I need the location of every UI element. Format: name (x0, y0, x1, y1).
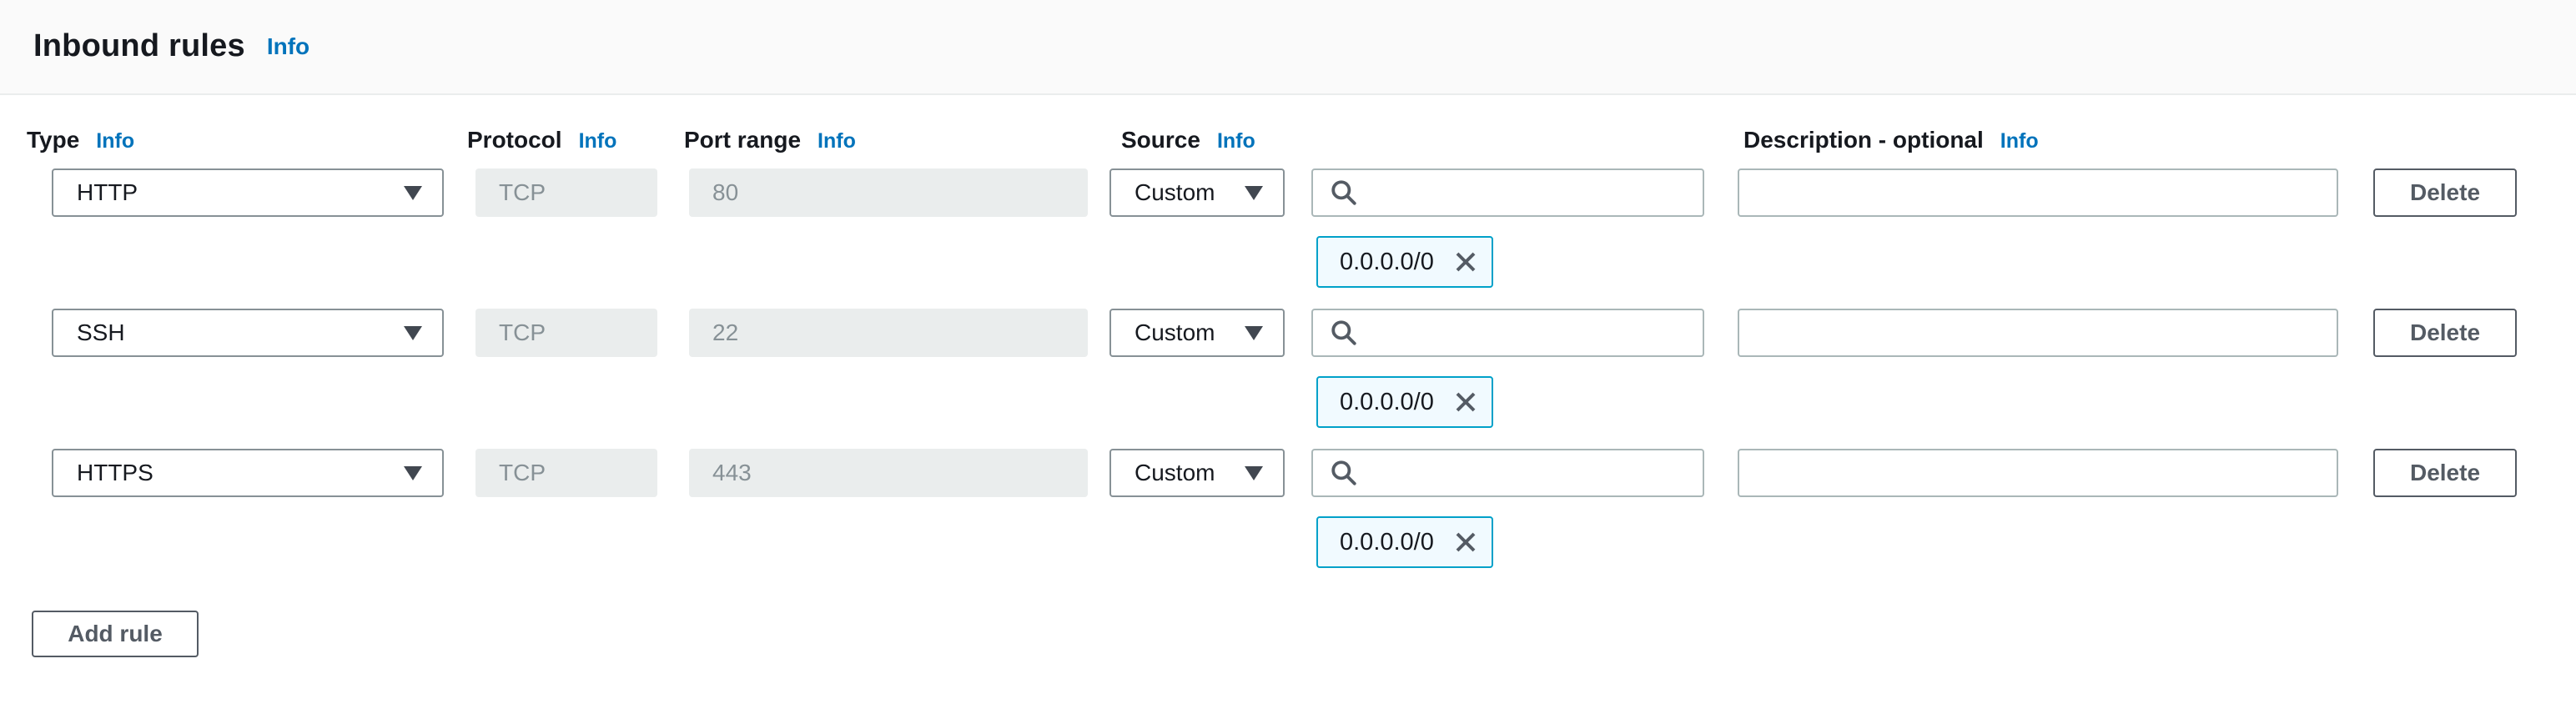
source-search-input[interactable] (1311, 309, 1704, 357)
port-range-field: 22 (689, 309, 1088, 357)
inbound-rule-row: HTTPS TCP 443 Custom 0.0.0.0/0 (0, 449, 2576, 587)
delete-rule-button[interactable]: Delete (2373, 449, 2517, 497)
search-icon (1330, 319, 1358, 347)
source-type-select-value: Custom (1135, 319, 1215, 346)
delete-rule-button[interactable]: Delete (2373, 309, 2517, 357)
protocol-value: TCP (499, 319, 546, 346)
type-select[interactable]: HTTPS (52, 449, 444, 497)
source-type-select-value: Custom (1135, 179, 1215, 206)
inbound-rule-row: SSH TCP 22 Custom 0.0.0.0/0 (0, 309, 2576, 447)
port-range-value: 80 (712, 179, 738, 206)
search-icon (1330, 459, 1358, 487)
type-select-value: HTTPS (77, 460, 153, 486)
protocol-field: TCP (475, 449, 657, 497)
type-select[interactable]: HTTP (52, 168, 444, 217)
search-icon (1330, 178, 1358, 207)
protocol-value: TCP (499, 460, 546, 486)
type-select[interactable]: SSH (52, 309, 444, 357)
close-icon[interactable] (1453, 530, 1478, 555)
protocol-field: TCP (475, 309, 657, 357)
source-cidr-value: 0.0.0.0/0 (1340, 529, 1434, 556)
inbound-rules-list: HTTP TCP 80 Custom 0.0.0.0/0 (0, 0, 2576, 714)
source-type-select[interactable]: Custom (1109, 168, 1285, 217)
chevron-down-icon (404, 466, 422, 480)
protocol-field: TCP (475, 168, 657, 217)
source-search-input[interactable] (1311, 168, 1704, 217)
chevron-down-icon (1245, 326, 1263, 340)
protocol-value: TCP (499, 179, 546, 206)
port-range-value: 22 (712, 319, 738, 346)
source-cidr-value: 0.0.0.0/0 (1340, 249, 1434, 276)
source-type-select[interactable]: Custom (1109, 309, 1285, 357)
description-input[interactable] (1738, 168, 2338, 217)
source-cidr-token: 0.0.0.0/0 (1316, 516, 1493, 568)
description-input[interactable] (1738, 449, 2338, 497)
source-cidr-token: 0.0.0.0/0 (1316, 376, 1493, 428)
source-cidr-token: 0.0.0.0/0 (1316, 236, 1493, 288)
type-select-value: SSH (77, 319, 125, 346)
port-range-field: 443 (689, 449, 1088, 497)
source-search-input[interactable] (1311, 449, 1704, 497)
source-type-select[interactable]: Custom (1109, 449, 1285, 497)
chevron-down-icon (1245, 186, 1263, 200)
port-range-field: 80 (689, 168, 1088, 217)
close-icon[interactable] (1453, 249, 1478, 274)
delete-rule-button[interactable]: Delete (2373, 168, 2517, 217)
port-range-value: 443 (712, 460, 752, 486)
close-icon[interactable] (1453, 390, 1478, 415)
inbound-rule-row: HTTP TCP 80 Custom 0.0.0.0/0 (0, 168, 2576, 307)
chevron-down-icon (1245, 466, 1263, 480)
chevron-down-icon (404, 186, 422, 200)
description-input[interactable] (1738, 309, 2338, 357)
chevron-down-icon (404, 326, 422, 340)
source-cidr-value: 0.0.0.0/0 (1340, 389, 1434, 416)
add-rule-button[interactable]: Add rule (32, 611, 199, 657)
type-select-value: HTTP (77, 179, 138, 206)
source-type-select-value: Custom (1135, 460, 1215, 486)
